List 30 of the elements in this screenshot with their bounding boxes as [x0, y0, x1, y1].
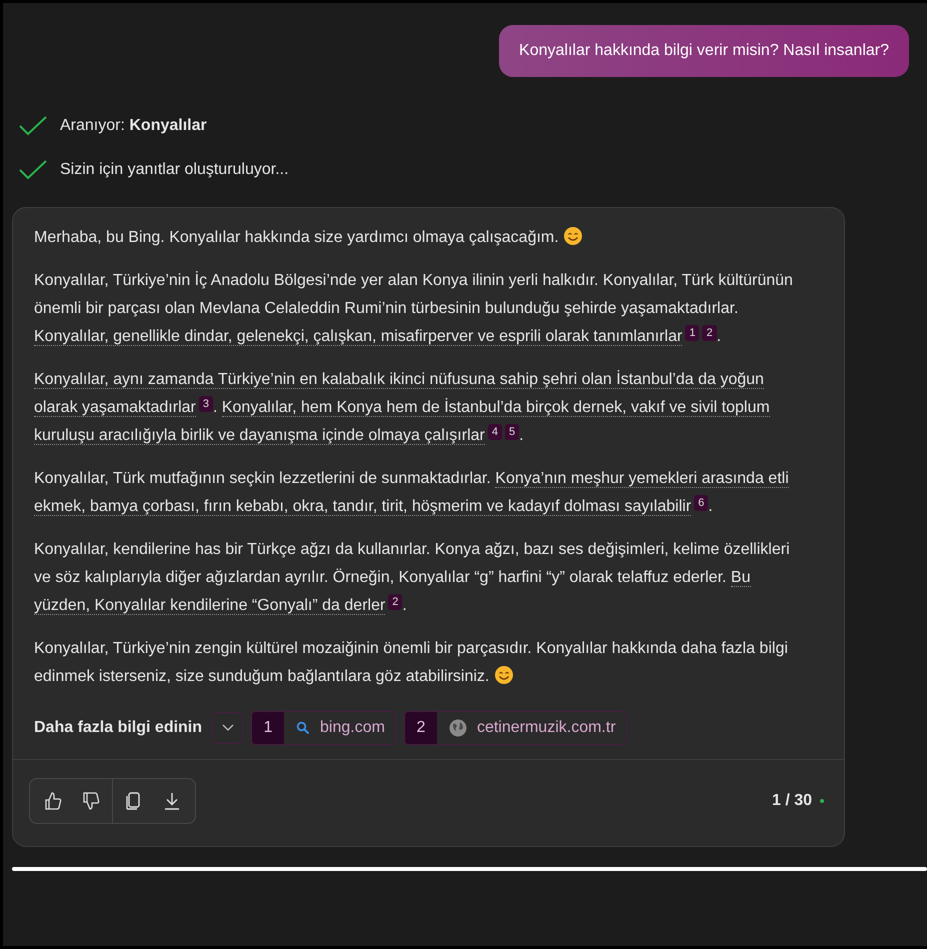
user-message: Konyalılar hakkında bilgi verir misin? Nasıl insanlar?: [499, 25, 909, 77]
status-dot: [820, 799, 824, 803]
citation-link[interactable]: 2: [702, 325, 717, 341]
thumbs-up-icon: [43, 791, 63, 811]
answer-paragraph: Merhaba, bu Bing. Konyalılar hakkında size yardımcı olmaya çalışacağım.: [34, 224, 806, 252]
chevron-icon: [222, 724, 234, 732]
citation-link[interactable]: 6: [694, 495, 708, 511]
expand-button[interactable]: [212, 712, 244, 744]
citation-link[interactable]: 1: [685, 325, 700, 341]
smile-icon: [494, 665, 514, 685]
globe-icon: [448, 719, 467, 737]
download-icon: [162, 791, 182, 811]
answer-paragraph: Konyalılar, aynı zamanda Türkiye’nin en kalabalık ikinci nüfusuna sahip şehri olan İstanbul’da da yoğun olarak yaşamaktadırlar 3 . Konyalılar, hem Konya hem de İstanbul’da birçok dernek, vakıf ve sivil toplum kuruluşu aracılığıyla birlik ve dayanışma içinde olmaya çalışırlar 4 5 .: [34, 369, 771, 447]
smile-icon: [563, 226, 584, 246]
answer-paragraph: Konyalılar, Türk mutfağının seçkin lezzetlerini de sunmaktadırlar. Konya’nın meşhur yemekleri arasında etli ekmek, bamya çorbası, fırın kebabı, okra, tandır, tirit, höşmerim ve kadayıf dolması sayılabilir 6 .: [34, 469, 790, 518]
learn-more-label: Daha fazla bilgi edinin: [34, 719, 202, 737]
source-link[interactable]: 2 cetinermuzik.com.tr: [404, 711, 627, 745]
source-link[interactable]: 1 bing.com: [251, 711, 396, 745]
response-counter: 1 / 30: [772, 792, 812, 810]
answer-paragraph: Konyalılar, Türkiye’nin İç Anadolu Bölgesi’nde yer alan Konya ilinin yerli halkıdır. Konyalılar, Türk kültürünün önemli bir parçası olan Mevlana Celaleddin Rumi’nin türbesinin bulunduğu şehirde yaşamaktadırlar. Konyalılar, genellikle dindar, gelenekçi, çalışkan, misafirperver ve esprili olarak tanımlanırlar 1 2 .: [34, 270, 794, 348]
citation-link[interactable]: 2: [388, 594, 402, 610]
search-icon: [296, 721, 310, 735]
thumbs-down-icon: [81, 791, 101, 811]
answer-paragraph: Konyalılar, Türkiye’nin zengin kültürel mozaiğinin önemli bir parçasıdır. Konyalılar hakkında daha fazla bilgi edinmek isterseniz, size sunduğum bağlantılara göz atabilirsiniz.: [34, 639, 789, 687]
progress-text: Sizin için yanıtlar oluşturuluyor...: [60, 161, 289, 179]
citation-link[interactable]: 5: [504, 424, 520, 440]
answer-paragraph: Konyalılar, kendilerine has bir Türkçe ağzı da kullanırlar. Konya ağzı, bazı ses değişimleri, kelime özellikleri ve söz kalıplarıyla diğer ağızlardan ayrılır. Örneğin, Konyalılar “g” harfini “y” olarak telaffuz ederler. Bu yüzden, Konyalılar kendilerine “Gonyalı” da derler 2 .: [34, 540, 791, 617]
citation-link[interactable]: 4: [488, 424, 502, 440]
progress-text: Aranıyor: Konyalılar: [60, 117, 207, 135]
citation-link[interactable]: 3: [198, 396, 213, 412]
